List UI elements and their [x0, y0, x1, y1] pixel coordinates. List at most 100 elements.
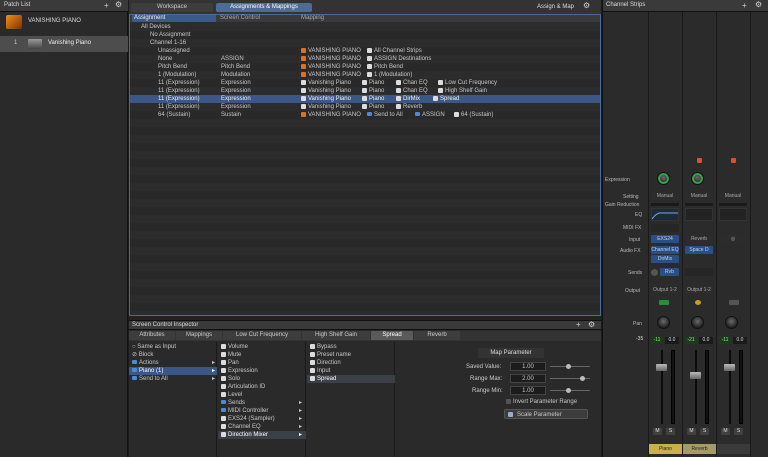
plus-icon[interactable]: +: [576, 321, 581, 329]
table-row[interactable]: 64 (Sustain) Sustain VANISHING PIANO Sen…: [130, 111, 600, 119]
gear-icon[interactable]: ⚙: [755, 1, 762, 9]
range-min-field[interactable]: 1.00: [510, 386, 546, 395]
list-item[interactable]: Solo: [221, 375, 240, 383]
gear-icon[interactable]: ⚙: [583, 2, 590, 10]
tab-high-shelf-gain[interactable]: High Shelf Gain: [302, 331, 370, 340]
assign-map-button[interactable]: Assign & Map: [537, 4, 574, 10]
mute-button[interactable]: M: [687, 428, 696, 435]
input-slot[interactable]: Reverb: [685, 235, 713, 243]
eq-thumbnail[interactable]: [651, 208, 679, 221]
list-item[interactable]: EXS24 (Sampler) ▸: [221, 415, 305, 423]
range-min-slider[interactable]: [550, 388, 590, 393]
tab-assignments[interactable]: Assignments & Mappings: [216, 3, 312, 12]
patch-row[interactable]: 1 Vanishing Piano: [0, 36, 128, 52]
list-item[interactable]: ○ Same as Input: [132, 343, 216, 351]
audio-fx-slot[interactable]: Channel EQ: [651, 246, 679, 254]
audio-fx-slot[interactable]: Space D: [685, 246, 713, 254]
slider-thumb[interactable]: [580, 376, 585, 381]
list-item[interactable]: ⊘ Block: [132, 351, 216, 359]
table-row[interactable]: 11 (Expression) Expression Vanishing Pia…: [130, 103, 600, 111]
list-item[interactable]: Level: [221, 391, 242, 399]
volume-fader[interactable]: [656, 364, 667, 371]
saved-value-slider[interactable]: [550, 364, 590, 369]
channel-name[interactable]: [717, 444, 750, 454]
table-row[interactable]: 1 (Modulation) Modulation VANISHING PIAN…: [130, 71, 600, 79]
list-item[interactable]: Expression: [221, 367, 258, 375]
pan-knob[interactable]: [657, 316, 670, 329]
tab-workspace[interactable]: Workspace: [131, 3, 213, 12]
list-item-selected[interactable]: Piano (1) ▸: [129, 367, 217, 375]
input-slot[interactable]: ◎: [719, 235, 747, 243]
eq-thumbnail[interactable]: [719, 208, 747, 221]
setting-slot[interactable]: Manual: [685, 192, 713, 200]
tab-low-cut-frequency[interactable]: Low Cut Frequency: [223, 331, 301, 340]
gear-icon[interactable]: ⚙: [588, 321, 595, 329]
tab-reverb[interactable]: Reverb: [414, 331, 460, 340]
table-row[interactable]: 11 (Expression) Expression Vanishing Pia…: [130, 79, 600, 87]
slider-thumb[interactable]: [566, 364, 571, 369]
midi-fx-slot[interactable]: [651, 224, 679, 232]
pan-knob[interactable]: [725, 316, 738, 329]
slider-thumb[interactable]: [566, 388, 571, 393]
range-max-field[interactable]: 2.00: [510, 374, 546, 383]
list-item[interactable]: Sends ▸: [221, 399, 305, 407]
send-slot[interactable]: Rvb: [660, 268, 679, 276]
plus-icon[interactable]: +: [742, 2, 747, 10]
list-item[interactable]: Input: [310, 367, 330, 375]
list-item[interactable]: Preset name: [310, 351, 351, 359]
mute-button[interactable]: M: [653, 428, 662, 435]
expression-knob[interactable]: [657, 172, 670, 185]
patch-top-item[interactable]: VANISHING PIANO: [4, 14, 124, 30]
table-row[interactable]: Unassigned VANISHING PIANO All Channel S…: [130, 47, 600, 55]
list-item[interactable]: Articulation ID: [221, 383, 265, 391]
tab-spread[interactable]: Spread: [371, 331, 413, 340]
table-row[interactable]: None ASSIGN VANISHING PIANO ASSIGN Desti…: [130, 55, 600, 63]
col-screen-control[interactable]: Screen Control: [220, 15, 260, 22]
solo-button[interactable]: S: [700, 428, 709, 435]
mute-button[interactable]: M: [721, 428, 730, 435]
send-knob[interactable]: [651, 269, 658, 276]
list-item[interactable]: Actions ▸: [132, 359, 216, 367]
solo-button[interactable]: S: [666, 428, 675, 435]
list-item-selected[interactable]: Spread: [307, 375, 395, 383]
table-row-selected[interactable]: 11 (Expression) Expression Vanishing Pia…: [130, 95, 600, 103]
volume-fader[interactable]: [724, 364, 735, 371]
invert-checkbox[interactable]: Invert Parameter Range: [506, 398, 577, 406]
list-item[interactable]: Channel EQ ▸: [221, 423, 305, 431]
channel-name[interactable]: Piano: [649, 444, 682, 454]
col-assignment[interactable]: Assignment: [132, 15, 216, 22]
scale-parameter-button[interactable]: Scale Parameter: [504, 409, 588, 419]
saved-value-field[interactable]: 1.00: [510, 362, 546, 371]
list-item[interactable]: Send to All ▸: [132, 375, 216, 383]
tab-attributes[interactable]: Attributes: [129, 331, 175, 340]
list-item[interactable]: Direction: [310, 359, 341, 367]
audio-fx-slot[interactable]: DirMix: [651, 255, 679, 263]
list-item[interactable]: MIDI Controller ▸: [221, 407, 305, 415]
solo-button[interactable]: S: [734, 428, 743, 435]
pan-knob[interactable]: [691, 316, 704, 329]
table-row[interactable]: No Assignment: [130, 31, 600, 39]
eq-thumbnail[interactable]: [685, 208, 713, 221]
channel-name[interactable]: Reverb: [683, 444, 716, 454]
output-slot[interactable]: Output 1-2: [685, 286, 713, 294]
volume-fader[interactable]: [690, 372, 701, 379]
output-slot[interactable]: Output 1-2: [651, 286, 679, 294]
table-row[interactable]: Channel 1-16: [130, 39, 600, 47]
col-mapping[interactable]: Mapping: [301, 15, 324, 22]
send-slot[interactable]: [685, 268, 713, 276]
list-item[interactable]: Mute: [221, 351, 241, 359]
input-slot[interactable]: EXS24: [651, 235, 679, 243]
expression-knob[interactable]: [691, 172, 704, 185]
setting-slot[interactable]: Manual: [719, 192, 747, 200]
plus-icon[interactable]: +: [104, 2, 109, 10]
gear-icon[interactable]: ⚙: [115, 1, 122, 9]
list-item[interactable]: Bypass: [310, 343, 337, 351]
tab-mappings[interactable]: Mappings: [176, 331, 222, 340]
list-item-selected[interactable]: Direction Mixer ▸: [218, 431, 306, 439]
table-row[interactable]: 11 (Expression) Expression Vanishing Pia…: [130, 87, 600, 95]
range-max-slider[interactable]: [550, 376, 590, 381]
setting-slot[interactable]: Manual: [651, 192, 679, 200]
list-item[interactable]: Pan: [221, 359, 239, 367]
list-item[interactable]: Volume: [221, 343, 248, 351]
table-row[interactable]: All Devices: [130, 23, 600, 31]
